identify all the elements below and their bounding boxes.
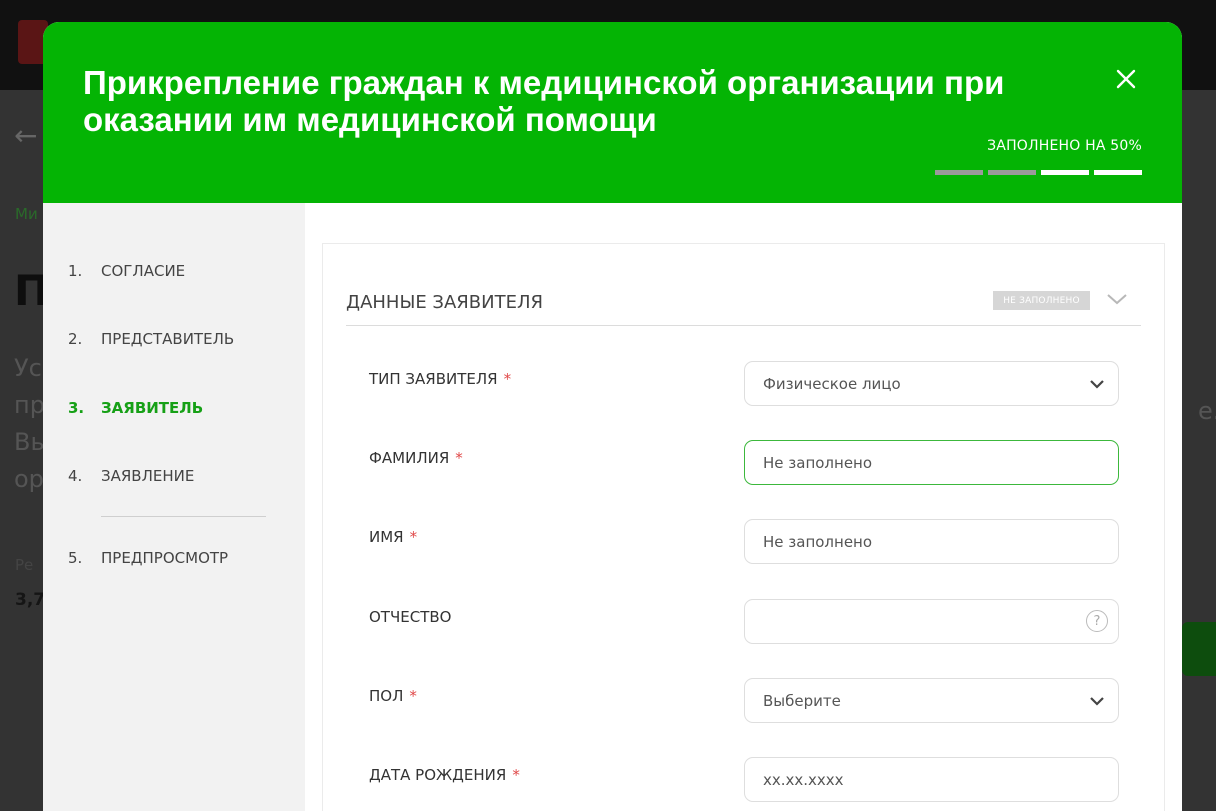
name-label: ИМЯ * [369, 528, 417, 546]
progress-segment [1041, 170, 1089, 175]
field-label-text: ПОЛ [369, 687, 404, 705]
chevron-down-icon [1107, 294, 1127, 305]
chevron-down-icon [1090, 697, 1104, 706]
step-number: 4. [68, 467, 83, 485]
background-text-line: Ус [14, 354, 42, 382]
close-icon [1116, 69, 1136, 89]
gender-value: Выберите [763, 691, 841, 710]
step-number: 1. [68, 262, 83, 280]
progress-label: ЗАПОЛНЕНО НА 50% [987, 138, 1142, 154]
chat-widget-button [1182, 622, 1216, 676]
field-label-text: ТИП ЗАЯВИТЕЛЯ [369, 370, 498, 388]
modal-header: Прикрепление граждан к медицинской орган… [43, 22, 1182, 203]
modal-title: Прикрепление граждан к медицинской орган… [83, 64, 1005, 138]
step-preview[interactable]: 5. ПРЕДПРОСМОТР [68, 547, 228, 569]
step-representative[interactable]: 2. ПРЕДСТАВИТЕЛЬ [68, 328, 234, 350]
field-label-text: ДАТА РОЖДЕНИЯ [369, 766, 507, 784]
step-number: 3. [68, 399, 85, 417]
step-number: 2. [68, 330, 83, 348]
progress-segment [935, 170, 983, 175]
required-mark: * [455, 449, 463, 467]
field-label-text: ОТЧЕСТВО [369, 608, 452, 626]
step-application[interactable]: 4. ЗАЯВЛЕНИЕ [68, 465, 194, 487]
required-mark: * [512, 766, 520, 784]
step-applicant[interactable]: 3. ЗАЯВИТЕЛЬ [68, 397, 203, 419]
status-badge: НЕ ЗАПОЛНЕНО [993, 291, 1090, 310]
background-text-line: ор [14, 465, 44, 493]
progress-segment [988, 170, 1036, 175]
required-mark: * [409, 528, 418, 546]
section-divider [346, 325, 1141, 326]
applicant-data-card: ДАННЫЕ ЗАЯВИТЕЛЯ НЕ ЗАПОЛНЕНО ТИП ЗАЯВИТ… [322, 243, 1165, 811]
gender-label: ПОЛ * [369, 687, 417, 705]
patronymic-input[interactable]: ? [744, 599, 1119, 644]
birthdate-input[interactable]: xx.xx.xxxx [744, 757, 1119, 802]
help-icon[interactable]: ? [1086, 610, 1108, 632]
step-label: ПРЕДПРОСМОТР [101, 549, 229, 567]
applicant-type-value: Физическое лицо [763, 374, 901, 393]
background-number: 3,7 [15, 590, 46, 610]
step-label: ПРЕДСТАВИТЕЛЬ [101, 330, 235, 348]
steps-divider [101, 516, 266, 517]
form-area: ДАННЫЕ ЗАЯВИТЕЛЯ НЕ ЗАПОЛНЕНО ТИП ЗАЯВИТ… [305, 203, 1182, 811]
chevron-down-icon [1090, 380, 1104, 389]
applicant-type-select[interactable]: Физическое лицо [744, 361, 1119, 406]
surname-label: ФАМИЛИЯ * [369, 449, 463, 467]
progress-bar [935, 170, 1142, 175]
step-label: ЗАЯВИТЕЛЬ [101, 399, 204, 417]
gender-select[interactable]: Выберите [744, 678, 1119, 723]
surname-placeholder: Не заполнено [763, 453, 873, 472]
back-arrow-icon: ← [14, 119, 38, 152]
applicant-type-label: ТИП ЗАЯВИТЕЛЯ * [369, 370, 511, 388]
required-mark: * [503, 370, 512, 388]
step-number: 5. [68, 549, 83, 567]
name-input[interactable]: Не заполнено [744, 519, 1119, 564]
step-label: СОГЛАСИЕ [101, 262, 186, 280]
application-modal: Прикрепление граждан к медицинской орган… [43, 22, 1182, 811]
steps-sidebar: 1. СОГЛАСИЕ 2. ПРЕДСТАВИТЕЛЬ 3. ЗАЯВИТЕЛ… [43, 203, 305, 811]
section-collapse-toggle[interactable] [1106, 291, 1128, 310]
background-breadcrumb: Ми [15, 205, 38, 223]
step-label: ЗАЯВЛЕНИЕ [101, 467, 195, 485]
name-placeholder: Не заполнено [763, 532, 873, 551]
birthdate-label: ДАТА РОЖДЕНИЯ * [369, 766, 520, 784]
birthdate-placeholder: xx.xx.xxxx [763, 770, 844, 789]
close-button[interactable] [1113, 66, 1139, 92]
surname-input[interactable]: Не заполнено [744, 440, 1119, 485]
field-label-text: ФАМИЛИЯ [369, 449, 450, 467]
section-title: ДАННЫЕ ЗАЯВИТЕЛЯ [346, 292, 544, 313]
field-label-text: ИМЯ [369, 528, 404, 546]
step-agreement[interactable]: 1. СОГЛАСИЕ [68, 260, 185, 282]
background-small-text: Ре [15, 556, 34, 574]
background-text-end: е. [1198, 397, 1216, 425]
progress-segment [1094, 170, 1142, 175]
background-text-line: пр [14, 391, 45, 419]
patronymic-label: ОТЧЕСТВО [369, 608, 451, 626]
required-mark: * [409, 687, 417, 705]
